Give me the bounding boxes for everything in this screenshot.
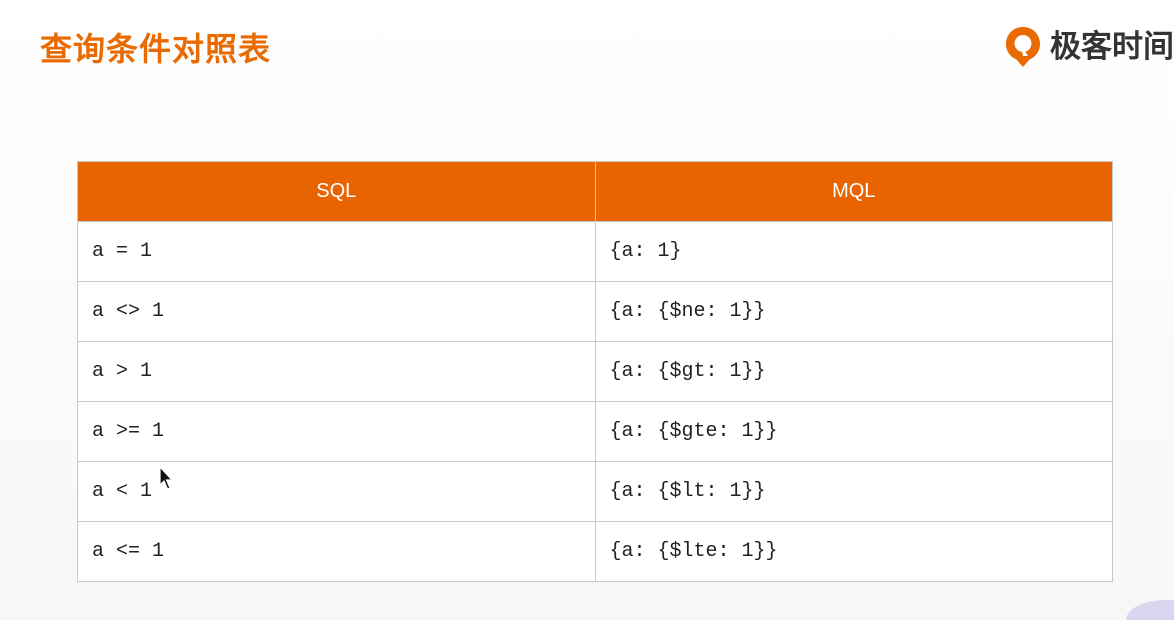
page-title: 查询条件对照表	[40, 30, 272, 68]
table-row: a > 1 {a: {$gt: 1}}	[77, 341, 1113, 402]
sql-cell: a <> 1	[77, 281, 596, 342]
geektime-logo-icon	[1006, 27, 1040, 67]
comparison-table: SQL MQL a = 1 {a: 1} a <> 1 {a: {$ne: 1}…	[77, 161, 1113, 582]
sql-cell: a < 1	[77, 461, 596, 522]
table-row: a <= 1 {a: {$lte: 1}}	[77, 521, 1113, 582]
sql-cell: a >= 1	[77, 401, 596, 462]
table-row: a >= 1 {a: {$gte: 1}}	[77, 401, 1113, 462]
table-row: a < 1 {a: {$lt: 1}}	[77, 461, 1113, 522]
table-row: a <> 1 {a: {$ne: 1}}	[77, 281, 1113, 342]
mql-cell: {a: {$ne: 1}}	[594, 281, 1113, 342]
table-header-row: SQL MQL	[77, 161, 1113, 222]
header-sql: SQL	[77, 161, 596, 222]
mouse-pointer-icon	[159, 466, 173, 490]
sql-cell: a = 1	[77, 221, 596, 282]
brand: 极客时间	[1004, 22, 1174, 72]
sql-cell: a <= 1	[77, 521, 596, 582]
mql-cell: {a: {$lt: 1}}	[594, 461, 1113, 522]
mql-cell: {a: {$lte: 1}}	[594, 521, 1113, 582]
comparison-table-container: SQL MQL a = 1 {a: 1} a <> 1 {a: {$ne: 1}…	[77, 161, 1113, 582]
sql-cell: a > 1	[77, 341, 596, 402]
decorative-corner	[1126, 600, 1174, 620]
brand-name: 极客时间	[1050, 28, 1174, 65]
header-mql: MQL	[594, 161, 1113, 222]
table-row: a = 1 {a: 1}	[77, 221, 1113, 282]
mql-cell: {a: {$gte: 1}}	[594, 401, 1113, 462]
mql-cell: {a: {$gt: 1}}	[594, 341, 1113, 402]
mql-cell: {a: 1}	[594, 221, 1113, 282]
